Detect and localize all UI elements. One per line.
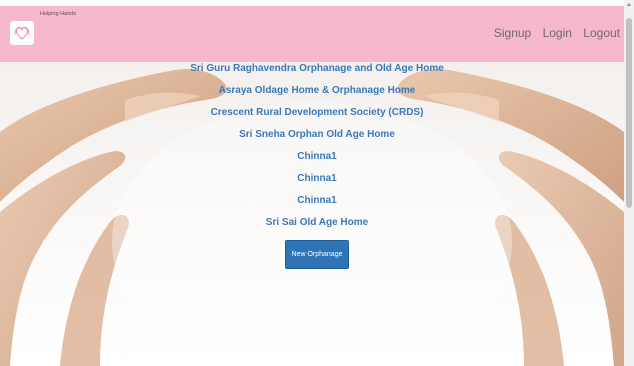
orphanage-list: Sri Guru Raghavendra Orphanage and Old A… [0, 64, 634, 269]
nav-login-link[interactable]: Login [543, 26, 572, 40]
new-orphanage-button[interactable]: New Orphanage [284, 240, 350, 269]
brand-name[interactable]: Helping Hands [40, 11, 76, 17]
orphanage-link[interactable]: Asraya Oldage Home & Orphanage Home [0, 86, 634, 96]
orphanage-link[interactable]: Chinna1 [0, 152, 634, 162]
page: Helping Hands Signup Login Logout Sri Gu… [0, 0, 634, 366]
nav-signup-link[interactable]: Signup [494, 26, 531, 40]
orphanage-link[interactable]: Sri Sai Old Age Home [0, 218, 634, 228]
heart-hands-icon[interactable] [10, 21, 34, 45]
vertical-scrollbar[interactable] [624, 0, 634, 366]
orphanage-link[interactable]: Sri Guru Raghavendra Orphanage and Old A… [0, 64, 634, 74]
orphanage-link[interactable]: Chinna1 [0, 196, 634, 206]
orphanage-link[interactable]: Sri Sneha Orphan Old Age Home [0, 130, 634, 140]
scrollbar-thumb[interactable] [626, 18, 632, 208]
nav-links: Signup Login Logout [486, 26, 620, 40]
navbar: Helping Hands Signup Login Logout [0, 6, 624, 62]
nav-logout-link[interactable]: Logout [583, 26, 620, 40]
scroll-up-arrow-icon[interactable] [627, 3, 631, 6]
orphanage-link[interactable]: Chinna1 [0, 174, 634, 184]
orphanage-link[interactable]: Crescent Rural Development Society (CRDS… [0, 108, 634, 118]
